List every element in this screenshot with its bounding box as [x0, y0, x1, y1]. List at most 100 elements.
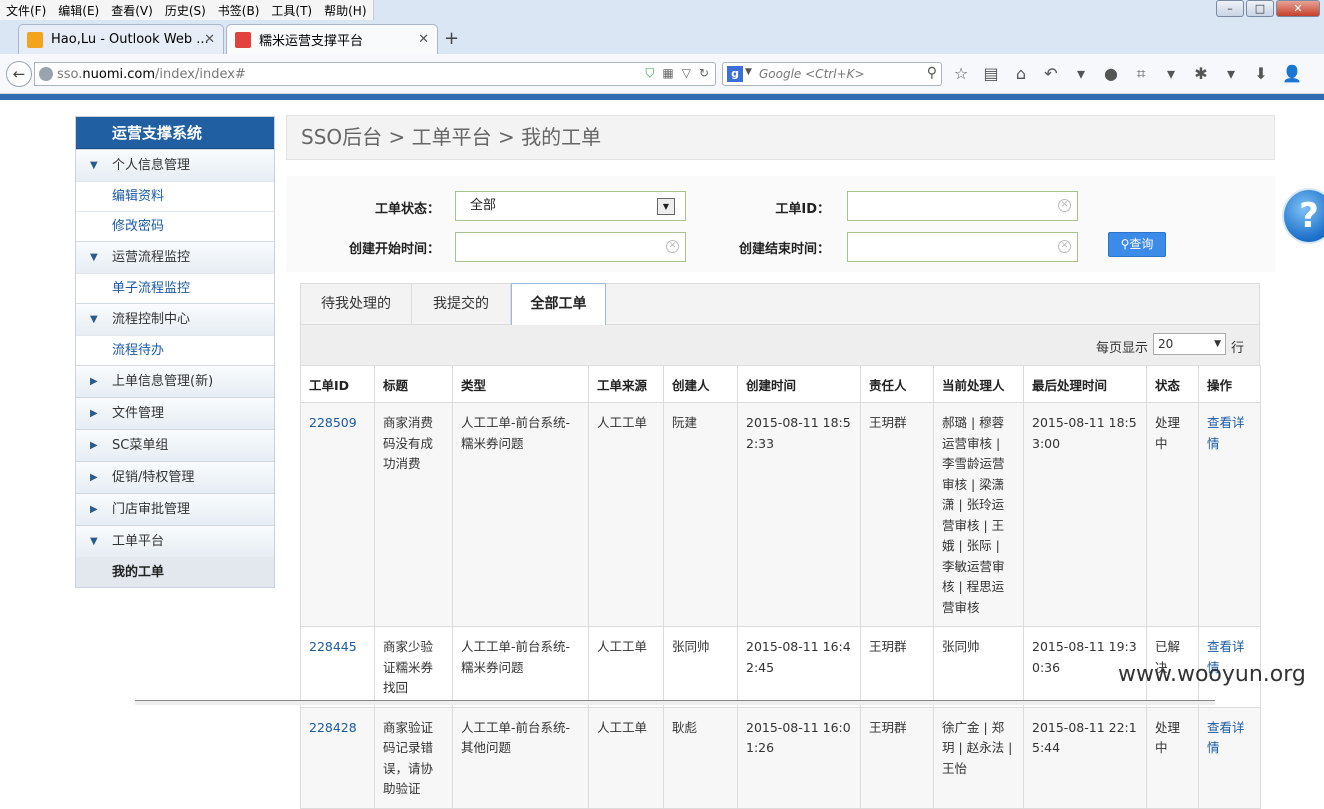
column-header: 创建人: [663, 365, 738, 403]
chevron-down-icon: ▼: [90, 252, 98, 263]
sidebar-group-label: 门店审批管理: [112, 502, 191, 517]
view-details-link[interactable]: 查看详情: [1207, 720, 1245, 756]
window-controls: – □ ✕: [1216, 0, 1320, 17]
browser-navbar: ← sso.nuomi.com/index/index# ⛉ ▦ ▽ ↻ g ▼…: [0, 54, 1324, 94]
qrcode-icon[interactable]: ▦: [662, 66, 673, 81]
home-icon[interactable]: ⌂: [1012, 64, 1030, 84]
minimize-icon[interactable]: –: [1216, 0, 1244, 17]
tab-submitted[interactable]: 我提交的: [412, 284, 511, 325]
close-tab-icon[interactable]: ✕: [418, 32, 429, 47]
clear-icon[interactable]: ✕: [1058, 240, 1071, 253]
chevron-down-icon[interactable]: ▾: [1222, 64, 1240, 84]
sidebar-item[interactable]: 编辑资料: [76, 181, 274, 211]
table-cell: 商家少验证糯米券找回: [374, 626, 453, 708]
breadcrumb: SSO后台 > 工单平台 > 我的工单: [286, 115, 1275, 160]
bug-icon[interactable]: ✱: [1192, 64, 1210, 84]
status-select[interactable]: 全部 ▼: [455, 191, 686, 221]
tab-pending[interactable]: 待我处理的: [301, 284, 412, 325]
sidebar-group[interactable]: ▶ 门店审批管理: [76, 493, 274, 525]
shield-icon[interactable]: ⛉: [645, 66, 654, 81]
sidebar-group[interactable]: ▶ 文件管理: [76, 397, 274, 429]
sidebar-item[interactable]: 单子流程监控: [76, 273, 274, 303]
outlook-icon: [27, 31, 43, 48]
menu-item[interactable]: 书签(B): [212, 0, 266, 20]
back-icon[interactable]: ←: [6, 61, 32, 87]
table-cell: 阮建: [663, 402, 738, 627]
clear-icon[interactable]: ✕: [666, 240, 679, 253]
site-header-bar: [0, 94, 1324, 100]
chat-icon[interactable]: ●: [1102, 64, 1120, 84]
help-icon[interactable]: ?: [1282, 188, 1324, 244]
url-bar[interactable]: sso.nuomi.com/index/index# ⛉ ▦ ▽ ↻: [34, 62, 716, 86]
column-header: 类型: [452, 365, 589, 403]
browser-tab-label: 糯米运营支撑平台: [259, 34, 364, 49]
table-cell: 王玥群: [860, 706, 934, 809]
sidebar-group-label: 运营流程监控: [112, 250, 191, 265]
new-tab-icon[interactable]: +: [444, 28, 459, 49]
menu-item[interactable]: 编辑(E): [52, 0, 105, 20]
view-details-link[interactable]: 查看详情: [1207, 415, 1245, 451]
undo-icon[interactable]: ↶: [1042, 64, 1060, 84]
browser-tab-outlook[interactable]: Hao,Lu - Outlook Web ... ✕: [18, 24, 224, 54]
table-cell: 人工工单-前台系统-糯米券问题: [452, 402, 589, 627]
reload-icon[interactable]: ↻: [699, 66, 709, 81]
sidebar-group[interactable]: ▼ 运营流程监控: [76, 241, 274, 273]
table-cell: 耿彪: [663, 706, 738, 809]
sidebar-item[interactable]: 流程待办: [76, 335, 274, 365]
status-select-value: 全部: [470, 198, 497, 213]
close-tab-icon[interactable]: ✕: [204, 32, 215, 47]
chevron-down-icon: ▼: [1214, 339, 1221, 349]
sidebar-group[interactable]: ▼ 个人信息管理: [76, 149, 274, 181]
table-cell: 2015-08-11 16:01:26: [737, 706, 861, 809]
browser-tab-nuomi[interactable]: 糯米运营支撑平台 ✕: [226, 24, 438, 54]
search-icon[interactable]: ⚲: [927, 65, 937, 81]
reading-list-icon[interactable]: ▤: [982, 64, 1000, 84]
maximize-icon[interactable]: □: [1246, 0, 1274, 17]
sidebar-group[interactable]: ▶ 促销/特权管理: [76, 461, 274, 493]
table-cell: 人工工单: [588, 402, 664, 627]
sidebar-group[interactable]: ▼ 流程控制中心: [76, 303, 274, 335]
tab-all[interactable]: 全部工单: [511, 283, 606, 325]
start-time-input[interactable]: ✕: [455, 232, 686, 262]
ticket-id-link[interactable]: 228428: [309, 720, 357, 735]
menu-item[interactable]: 历史(S): [159, 0, 212, 20]
column-header: 状态: [1146, 365, 1199, 403]
globe-icon: [39, 67, 53, 81]
close-icon[interactable]: ✕: [1276, 0, 1320, 17]
sidebar-group-label: 个人信息管理: [112, 158, 191, 173]
sidebar-group[interactable]: ▶ SC菜单组: [76, 429, 274, 461]
sidebar-group-label: 流程控制中心: [112, 312, 191, 327]
menu-item[interactable]: 工具(T): [265, 0, 318, 20]
search-bar[interactable]: g ▼ Google <Ctrl+K> ⚲: [722, 62, 942, 86]
menu-item[interactable]: 帮助(H): [318, 0, 372, 20]
bookmark-star-icon[interactable]: ☆: [952, 64, 970, 84]
chevron-down-icon[interactable]: ▼: [745, 67, 752, 77]
query-button[interactable]: ⚲查询: [1108, 232, 1166, 257]
menu-item[interactable]: 文件(F): [0, 0, 52, 20]
end-time-input[interactable]: ✕: [847, 232, 1078, 262]
page-size-select[interactable]: 20 ▼: [1153, 333, 1226, 355]
download-icon[interactable]: ⬇: [1252, 64, 1270, 84]
chevron-down-icon[interactable]: ▾: [1072, 64, 1090, 84]
column-header: 工单ID: [300, 365, 375, 403]
menu-item[interactable]: 查看(V): [105, 0, 159, 20]
table-cell: 郝璐 | 穆蓉运营审核 | 李雪龄运营审核 | 梁潇潇 | 张玲运营审核 | 王…: [933, 402, 1024, 627]
sidebar-item[interactable]: 我的工单: [76, 557, 274, 587]
chevron-down-icon[interactable]: ▾: [1162, 64, 1180, 84]
sidebar-group[interactable]: ▼ 工单平台: [76, 525, 274, 557]
chevron-right-icon: ▶: [90, 472, 98, 483]
clear-icon[interactable]: ✕: [1058, 199, 1071, 212]
table-cell: 张同帅: [933, 626, 1024, 708]
dropdown-icon[interactable]: ▽: [682, 66, 691, 81]
crop-icon[interactable]: ⌗: [1132, 64, 1150, 84]
page-size-unit: 行: [1231, 341, 1245, 356]
user-icon[interactable]: 👤: [1282, 64, 1302, 84]
horizontal-scrollbar[interactable]: [135, 700, 1215, 705]
ticket-id-link[interactable]: 228445: [309, 639, 357, 654]
sidebar-item[interactable]: 修改密码: [76, 211, 274, 241]
sidebar-group[interactable]: ▶ 上单信息管理(新): [76, 365, 274, 397]
chevron-down-icon[interactable]: ▼: [657, 198, 675, 215]
ticket-id-input[interactable]: ✕: [847, 191, 1078, 221]
ticket-id-link[interactable]: 228509: [309, 415, 357, 430]
browser-menubar: 文件(F) 编辑(E) 查看(V) 历史(S) 书签(B) 工具(T) 帮助(H) – □ …: [0, 0, 1324, 20]
